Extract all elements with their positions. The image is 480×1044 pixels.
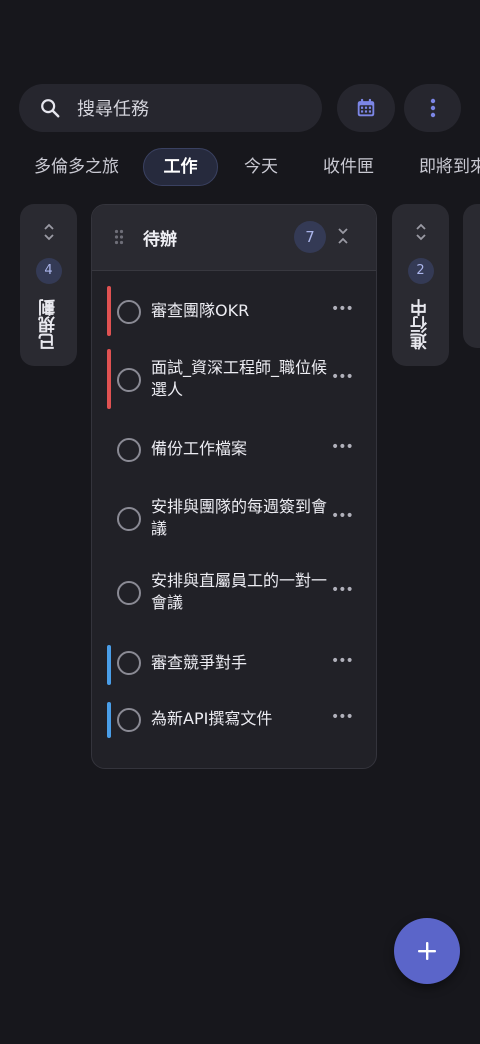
priority-indicator: [107, 645, 111, 685]
task-label: 安排與直屬員工的一對一會議: [151, 571, 328, 612]
task-checkbox[interactable]: [117, 300, 141, 324]
task-checkbox[interactable]: [117, 708, 141, 732]
more-options-icon[interactable]: •••: [331, 508, 354, 524]
more-menu-button[interactable]: [404, 84, 461, 132]
more-options-icon[interactable]: •••: [331, 653, 354, 669]
column-partial[interactable]: [463, 204, 480, 348]
column-count-badge: 2: [407, 258, 434, 284]
task-checkbox[interactable]: [117, 651, 141, 675]
task-checkbox[interactable]: [117, 438, 141, 462]
priority-indicator: [107, 702, 111, 738]
add-task-button[interactable]: [394, 918, 460, 984]
task-item[interactable]: 面試_資深工程師_職位候選人 •••: [107, 349, 363, 409]
more-options-icon[interactable]: •••: [331, 301, 354, 317]
column-header: 待辦 7: [92, 205, 376, 271]
expand-icon[interactable]: [392, 222, 449, 242]
task-checkbox[interactable]: [117, 507, 141, 531]
column-title: 已規劃: [39, 299, 59, 351]
task-label: 審查團隊OKR: [151, 301, 250, 320]
tab-toronto-trip[interactable]: 多倫多之旅: [34, 148, 119, 186]
column-count-badge: 4: [35, 258, 62, 284]
task-label: 安排與團隊的每週簽到會議: [151, 497, 328, 538]
task-item[interactable]: 安排與團隊的每週簽到會議 •••: [107, 488, 363, 548]
project-tabs: 多倫多之旅 工作 今天 收件匣 即將到來: [0, 148, 480, 186]
column-count-badge: 7: [294, 221, 326, 253]
task-item[interactable]: 審查競爭對手 •••: [107, 645, 363, 685]
plus-icon: [418, 942, 436, 960]
task-label: 為新API撰寫文件: [151, 709, 273, 728]
task-label: 面試_資深工程師_職位候選人: [151, 358, 328, 399]
expand-icon[interactable]: [20, 222, 77, 242]
tab-work[interactable]: 工作: [143, 148, 218, 186]
more-vertical-icon: [430, 98, 435, 118]
search-bar[interactable]: 搜尋任務: [19, 84, 322, 132]
more-options-icon[interactable]: •••: [331, 439, 354, 455]
column-title: 待辦: [143, 230, 177, 250]
column-title: 進行中: [411, 299, 431, 351]
task-item[interactable]: 安排與直屬員工的一對一會議 •••: [107, 562, 363, 622]
task-item[interactable]: 為新API撰寫文件 •••: [107, 702, 363, 738]
column-todo: 待辦 7 審查團隊OKR ••• 面試_資深工程師_職位候選人 ••• 備份工作…: [91, 204, 377, 769]
priority-indicator: [107, 349, 111, 409]
more-options-icon[interactable]: •••: [331, 709, 354, 725]
task-item[interactable]: 審查團隊OKR •••: [107, 286, 363, 336]
task-checkbox[interactable]: [117, 368, 141, 392]
column-in-progress[interactable]: 2 進行中: [392, 204, 449, 366]
search-icon: [41, 99, 60, 118]
drag-handle-icon[interactable]: [114, 229, 124, 245]
calendar-icon: [357, 98, 375, 117]
tab-upcoming[interactable]: 即將到來: [419, 148, 480, 186]
priority-indicator: [107, 286, 111, 336]
collapse-icon[interactable]: [336, 226, 350, 246]
more-options-icon[interactable]: •••: [331, 369, 354, 385]
task-checkbox[interactable]: [117, 581, 141, 605]
tab-today[interactable]: 今天: [244, 148, 278, 186]
task-item[interactable]: 備份工作檔案 •••: [107, 425, 363, 475]
task-label: 審查競爭對手: [151, 653, 248, 672]
column-planned[interactable]: 4 已規劃: [20, 204, 77, 366]
task-label: 備份工作檔案: [151, 439, 248, 458]
calendar-button[interactable]: [337, 84, 395, 132]
tab-inbox[interactable]: 收件匣: [323, 148, 374, 186]
search-input[interactable]: 搜尋任務: [77, 95, 149, 121]
more-options-icon[interactable]: •••: [331, 582, 354, 598]
